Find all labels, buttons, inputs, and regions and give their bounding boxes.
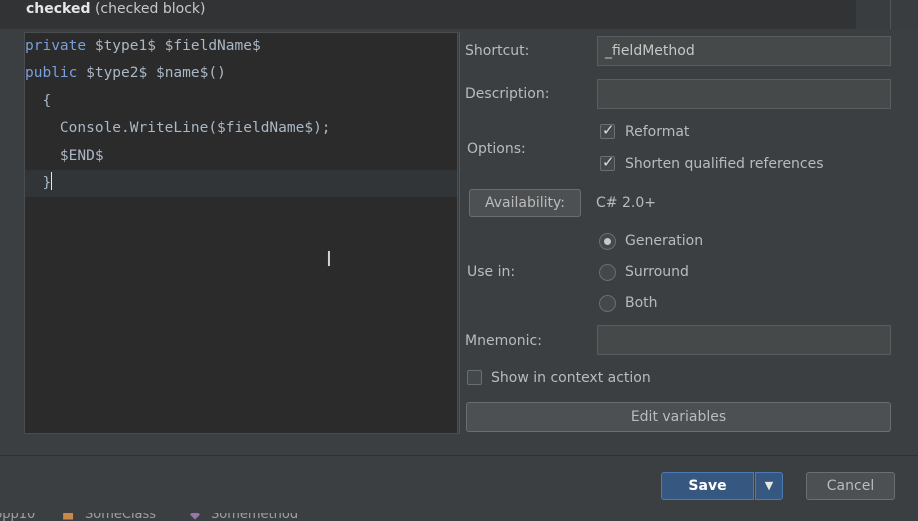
status-class-name[interactable]: SomeClass <box>85 513 156 521</box>
dialog-titlebar: checked (checked block) <box>0 0 856 29</box>
title-bold: checked <box>26 1 91 17</box>
template-code-editor[interactable]: private $type1$ $fieldName$ public $type… <box>24 32 458 434</box>
text-caret <box>51 172 53 190</box>
ibeam-cursor-icon: I <box>326 247 332 271</box>
method-icon: ◆ <box>190 513 200 521</box>
code-line-6: } <box>25 170 53 197</box>
use-in-surround-radio[interactable] <box>599 264 616 281</box>
save-dropdown-button[interactable]: ▼ <box>755 472 783 500</box>
shorten-references-label[interactable]: Shorten qualified references <box>625 156 824 172</box>
code-line-2: public $type2$ $name$() <box>25 60 226 87</box>
shortcut-label: Shortcut: <box>465 43 530 59</box>
cancel-button[interactable]: Cancel <box>806 472 895 500</box>
shortcut-input[interactable]: _fieldMethod <box>597 36 891 66</box>
footer-divider <box>0 455 918 456</box>
code-line-1: private $type1$ $fieldName$ <box>25 33 261 60</box>
reformat-label[interactable]: Reformat <box>625 124 689 140</box>
status-method-name[interactable]: Somemethod <box>211 513 298 521</box>
code-text: } <box>25 175 52 191</box>
show-context-label[interactable]: Show in context action <box>491 370 651 386</box>
status-bar: ppp10 ■ SomeClass ◆ Somemethod <box>0 513 918 521</box>
show-context-checkbox[interactable] <box>467 370 482 385</box>
code-line-3: { <box>25 88 51 115</box>
reformat-checkbox[interactable] <box>600 121 615 139</box>
code-line-5: $END$ <box>25 143 104 170</box>
code-text: { <box>25 93 52 109</box>
description-input[interactable] <box>597 79 891 109</box>
code-keyword: public <box>25 65 78 81</box>
mnemonic-label: Mnemonic: <box>465 333 542 349</box>
code-text: $END$ <box>25 148 104 164</box>
panel-splitter[interactable] <box>459 32 460 434</box>
save-button[interactable]: Save <box>661 472 754 500</box>
shorten-references-checkbox[interactable] <box>600 153 615 171</box>
code-text: $type2$ $name$() <box>77 65 226 81</box>
description-label: Description: <box>465 86 550 102</box>
use-in-both-radio[interactable] <box>599 295 616 312</box>
use-in-surround-label[interactable]: Surround <box>625 264 689 280</box>
mnemonic-input[interactable] <box>597 325 891 355</box>
use-in-both-label[interactable]: Both <box>625 295 658 311</box>
triangle-down-icon: ▼ <box>764 479 774 492</box>
code-line-4: Console.WriteLine($fieldName$); <box>25 115 331 142</box>
code-keyword: private <box>25 38 87 54</box>
availability-button[interactable]: Availability: <box>469 189 581 217</box>
use-in-generation-radio[interactable] <box>599 233 616 250</box>
title-rest: (checked block) <box>94 1 206 17</box>
titlebar-divider <box>890 0 891 29</box>
code-text: Console.WriteLine($fieldName$); <box>25 120 331 136</box>
code-text: $type1$ $fieldName$ <box>86 38 261 54</box>
current-line-highlight <box>25 170 457 197</box>
availability-value: C# 2.0+ <box>596 195 656 211</box>
options-label: Options: <box>467 141 526 157</box>
class-icon: ■ <box>62 513 75 521</box>
dialog-title: checked (checked block) <box>26 1 205 17</box>
status-left-text: ppp10 <box>0 513 36 521</box>
use-in-label: Use in: <box>467 264 516 280</box>
titlebar-right-area <box>856 0 918 29</box>
use-in-generation-label[interactable]: Generation <box>625 233 703 249</box>
edit-variables-button[interactable]: Edit variables <box>466 402 891 432</box>
